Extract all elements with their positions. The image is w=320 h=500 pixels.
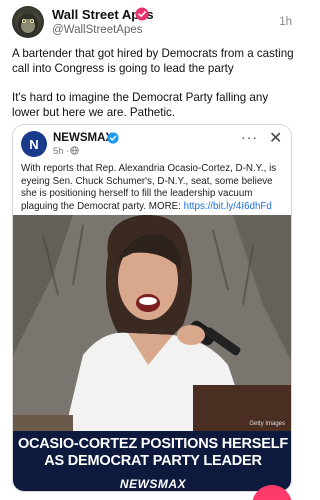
post-time: 1h [279, 16, 292, 28]
newsmax-logo-avatar[interactable]: N [21, 131, 47, 157]
globe-icon [70, 146, 79, 155]
newsmax-wordmark: NEWSMAX [119, 477, 187, 491]
post-text: A bartender that got hired by Democrats … [12, 46, 294, 134]
verified-badge-icon [135, 7, 149, 21]
author-handle[interactable]: @WallStreetApes [52, 24, 143, 36]
logo-letter: N [29, 136, 39, 152]
image-credit: Getty Images [249, 421, 285, 427]
quoted-link[interactable]: https://bit.ly/4I6dhFd [184, 201, 272, 212]
newsmax-brand-bar: NEWSMAX [13, 475, 291, 491]
quoted-post-card[interactable]: N NEWSMAX 5h · ··· ✕ With reports that R… [12, 124, 292, 492]
news-headline: OCASIO-CORTEZ POSITIONS HERSELF AS DEMOC… [13, 431, 291, 475]
close-icon[interactable]: ✕ [269, 128, 282, 148]
post-paragraph: A bartender that got hired by Democrats … [12, 47, 294, 75]
avatar[interactable] [12, 6, 44, 38]
news-photo[interactable]: Getty Images [13, 215, 291, 439]
more-options-icon[interactable]: ··· [241, 129, 258, 145]
verified-badge-icon [107, 132, 119, 144]
quoted-post-text: With reports that Rep. Alexandria Ocasio… [21, 163, 287, 213]
post-paragraph: It's hard to imagine the Democrat Party … [12, 91, 269, 119]
quoted-post-time: 5h · [53, 146, 70, 157]
post-header: Wall Street Apes @WallStreetApes 1h [12, 6, 292, 40]
quoted-source-name[interactable]: NEWSMAX [53, 132, 113, 144]
